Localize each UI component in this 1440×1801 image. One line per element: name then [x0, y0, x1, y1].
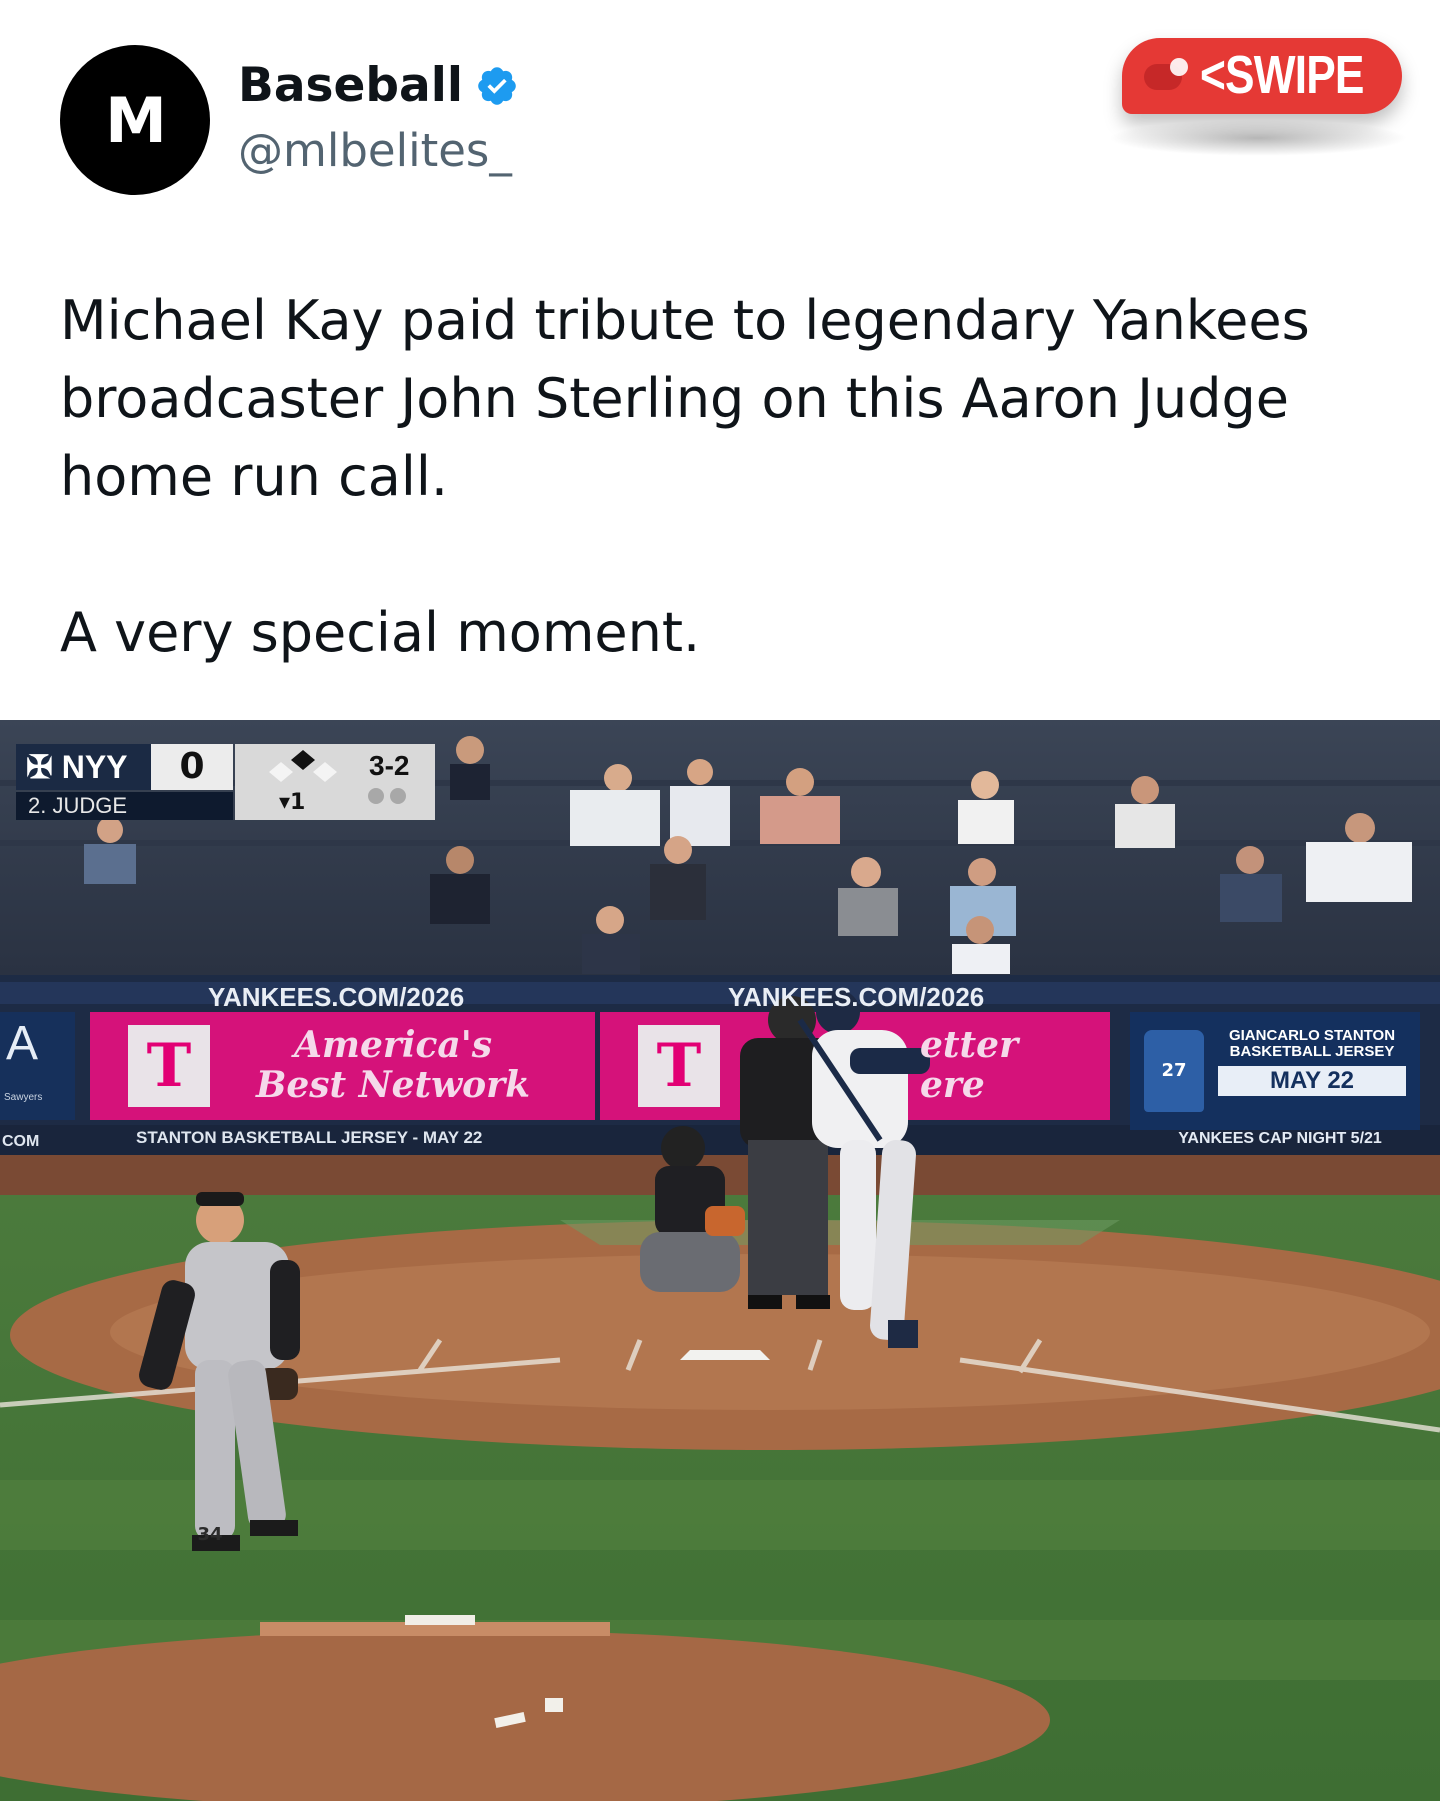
scorebug-batter: 2. JUDGE [16, 792, 233, 820]
tweet-video[interactable]: ✠ NYY 0 2. JUDGE ▾1 3-2 YANKEES.COM/2026… [0, 720, 1440, 1801]
scorebug-count: 3-2 [369, 750, 410, 781]
scorebug-outs-value: 1 [290, 790, 306, 815]
jersey-icon: 27 [1144, 1030, 1204, 1112]
bases-diamond-icon [269, 750, 337, 782]
scorebug-score: 0 [151, 744, 233, 790]
account-name-row[interactable]: Baseball [238, 58, 519, 113]
scorebug-outs: ▾1 [279, 790, 306, 815]
home-plate [680, 1350, 770, 1360]
pitcher-jersey-number: 34 [197, 1524, 223, 1545]
tweet-text: Michael Kay paid tribute to legendary Ya… [60, 282, 1380, 672]
baseball-scene [0, 720, 1440, 1801]
ad-url-center: YANKEES.COM/2026 [728, 982, 985, 1012]
verified-badge-icon [478, 66, 516, 105]
tweet-paragraph-2: A very special moment. [60, 601, 701, 664]
left-edge-letter: A [6, 1017, 39, 1070]
tmobile-logo-center-icon: T [638, 1025, 720, 1107]
stanton-jersey-banner: STANTON BASKETBALL JERSEY - MAY 22 [136, 1128, 483, 1147]
account-avatar[interactable]: M [60, 45, 210, 195]
tmobile-line-2: Best Network [255, 1064, 531, 1106]
scorebug-out-dots [368, 788, 406, 804]
account-handle[interactable]: @mlbelites_ [238, 124, 512, 177]
pitchers-rubber [405, 1615, 475, 1625]
tmobile-partial-1: etter [920, 1024, 1019, 1066]
scorebug-game-state: ▾1 3-2 [235, 744, 435, 820]
ad-url-left: YANKEES.COM/2026 [208, 982, 465, 1012]
display-name[interactable]: Baseball [238, 58, 463, 113]
cap-night-banner: YANKEES CAP NIGHT 5/21 [1178, 1130, 1382, 1147]
scorebug: ✠ NYY 0 2. JUDGE ▾1 3-2 [6, 738, 435, 820]
tweet-paragraph-1: Michael Kay paid tribute to legendary Ya… [60, 289, 1310, 508]
avatar-letter: M [105, 83, 167, 157]
stanton-ad-title: GIANCARLO STANTON BASKETBALL JERSEY [1228, 1027, 1396, 1060]
left-edge-com: COM [2, 1133, 40, 1150]
swipe-hand-icon [1144, 58, 1188, 90]
scorebug-team: ✠ NYY [16, 744, 151, 790]
tmobile-ad-text: America's Best Network [228, 1025, 558, 1105]
left-edge-tiny: Sawyers [4, 1092, 43, 1103]
tmobile-line-1: America's [293, 1024, 493, 1066]
swipe-badge-shadow [1108, 120, 1408, 156]
tmobile-logo-left-icon: T [128, 1025, 210, 1107]
tmobile-partial-text: etter ere [920, 1025, 1030, 1105]
tmobile-partial-2: ere [920, 1064, 985, 1106]
stanton-ad-panel: 27 GIANCARLO STANTON BASKETBALL JERSEY M… [1130, 1012, 1420, 1130]
stanton-ad-date: MAY 22 [1218, 1066, 1406, 1096]
scorebug-team-abbr: NYY [61, 749, 128, 785]
swipe-label: <SWIPE [1200, 45, 1364, 105]
yankees-logo-icon: ✠ [26, 748, 53, 786]
swipe-badge: <SWIPE [1122, 38, 1402, 114]
